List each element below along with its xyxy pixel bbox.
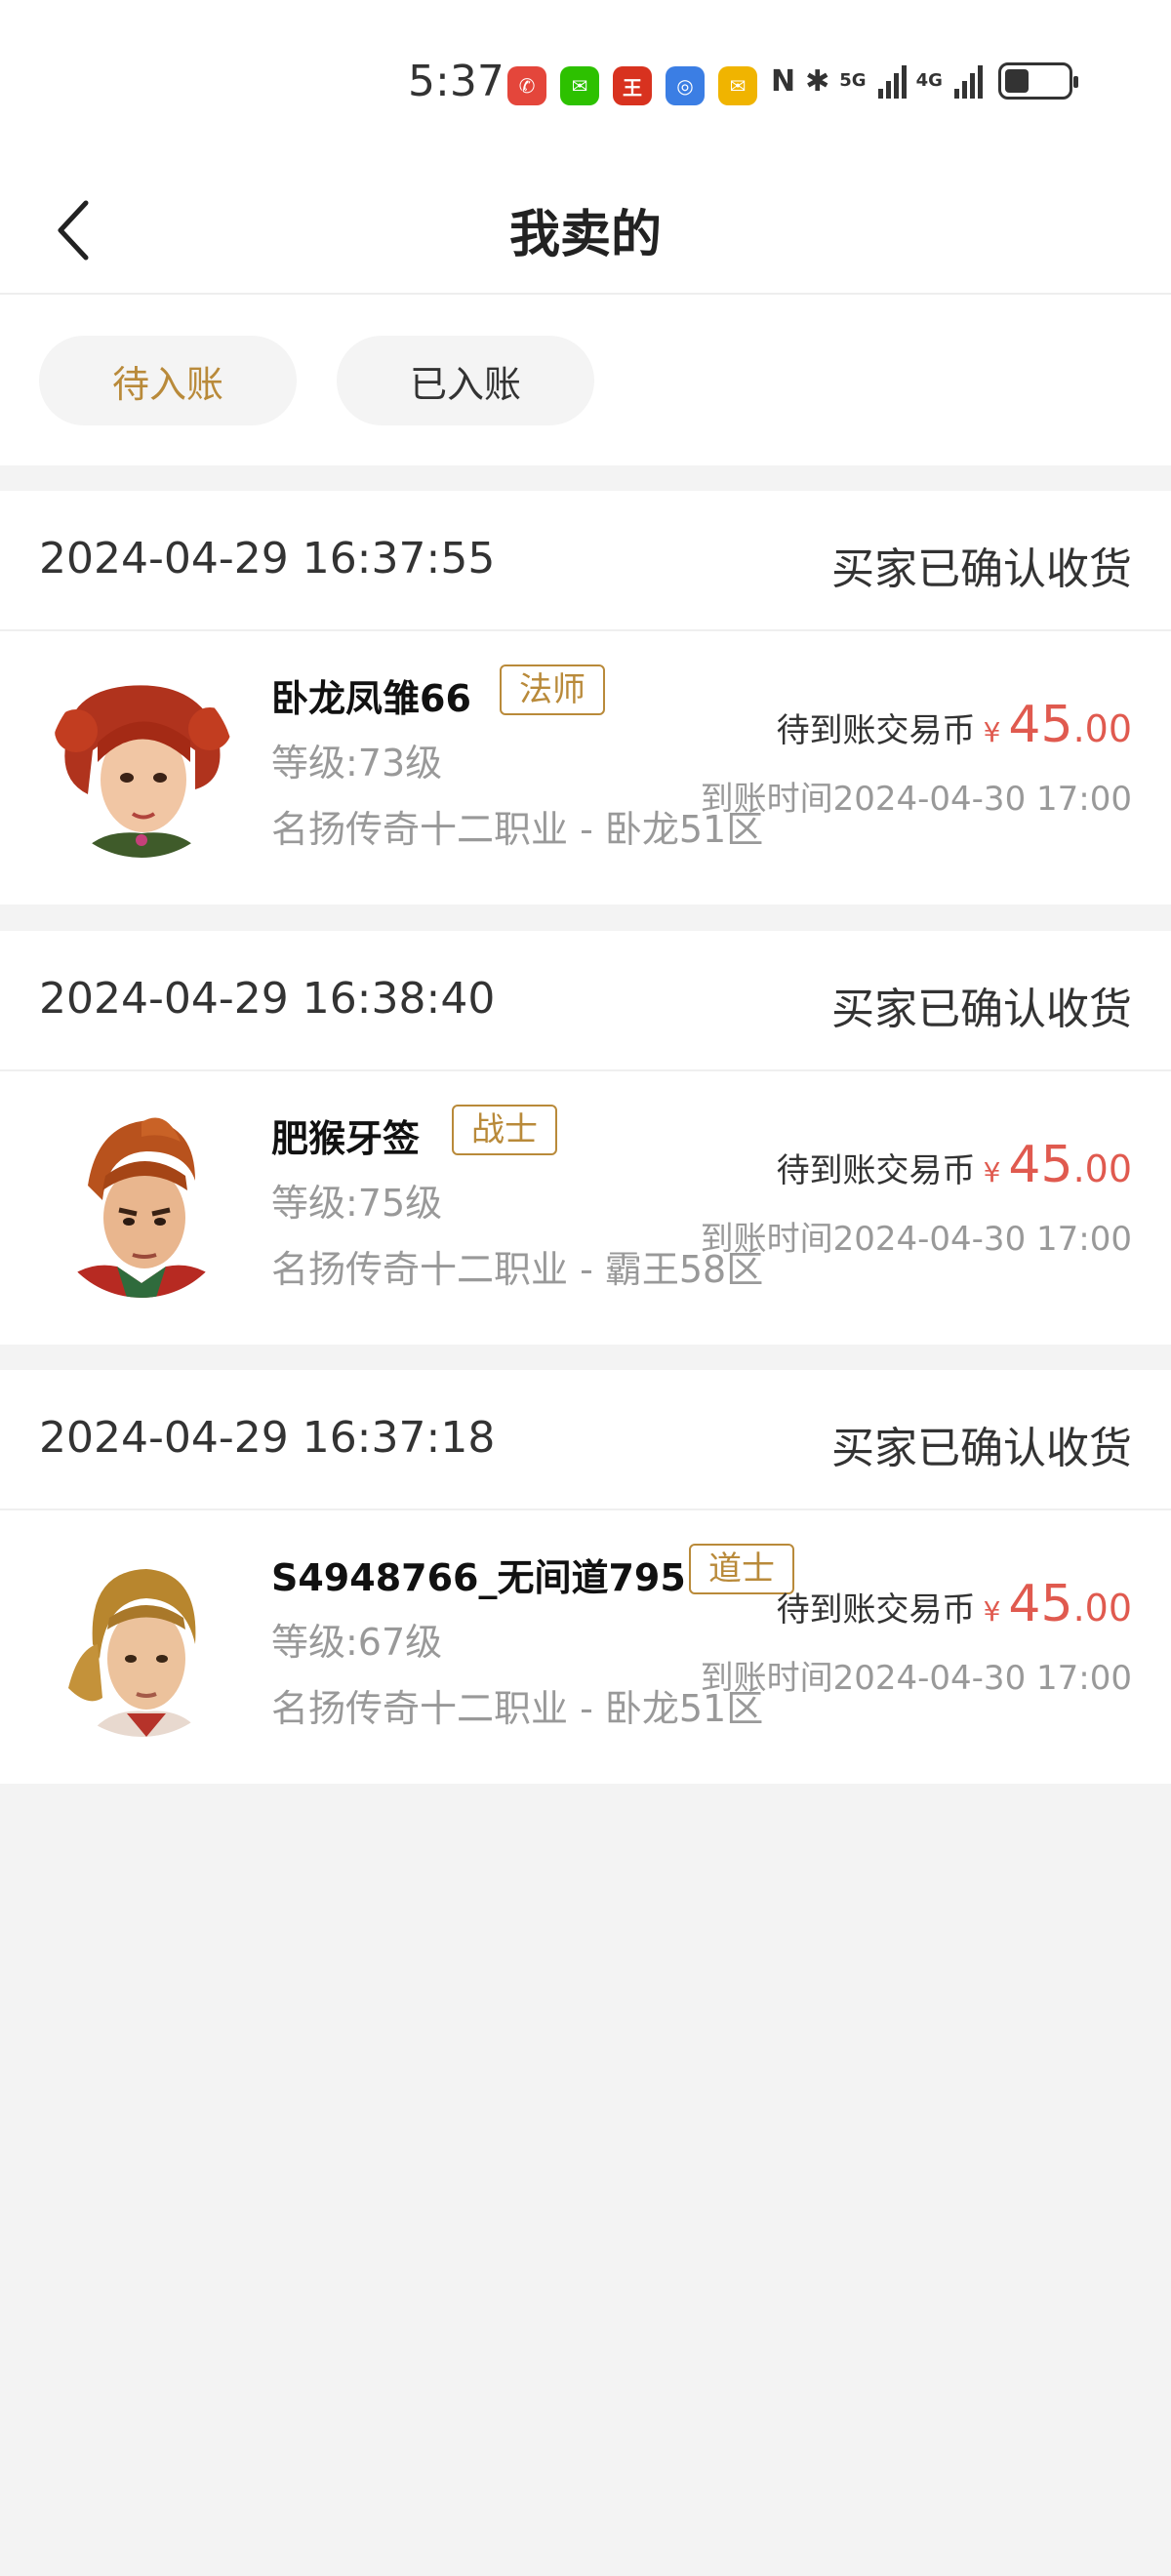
character-name: 肥猴牙签 <box>271 1117 421 1160</box>
currency-symbol: ¥ <box>983 716 1001 748</box>
server-name: 名扬传奇十二职业 - 卧龙51区 <box>271 808 764 851</box>
class-tag: 法师 <box>500 664 605 715</box>
order-card-header: 2024-04-29 16:38:40 买家已确认收货 <box>0 931 1171 1071</box>
order-status: 买家已确认收货 <box>831 544 1132 594</box>
order-card[interactable]: 2024-04-29 16:37:18 买家已确认收货 S4948766_无间道… <box>0 1370 1171 1784</box>
order-date: 2024-04-29 16:38:40 <box>39 974 496 1024</box>
pending-amount: 待到账交易币 ¥ 45 .00 <box>777 696 1132 754</box>
order-status: 买家已确认收货 <box>831 1424 1132 1473</box>
server-name: 名扬传奇十二职业 - 卧龙51区 <box>271 1687 764 1730</box>
battery-icon <box>997 62 1078 100</box>
notification-icons: ✆ ✉ 王 ◎ ✉ <box>507 66 757 105</box>
amount-integer: 45 <box>1008 1575 1073 1633</box>
pending-amount: 待到账交易币 ¥ 45 .00 <box>777 1136 1132 1194</box>
game-app-icon: 王 <box>613 66 652 105</box>
character-name: S4948766_无间道795 <box>271 1556 686 1599</box>
page-title: 我卖的 <box>508 206 662 264</box>
order-date: 2024-04-29 16:37:55 <box>39 534 496 584</box>
mail-icon: ✉ <box>718 66 757 105</box>
network-5g-label: 5G <box>839 70 867 91</box>
amount-decimal: .00 <box>1072 707 1132 750</box>
amount-integer: 45 <box>1008 696 1073 754</box>
arrival-time: 到账时间2024-04-30 17:00 <box>700 1659 1132 1698</box>
avatar <box>49 672 234 858</box>
page: 5:37 ✆ ✉ 王 ◎ ✉ N ✱ 5G 4G 我卖的 待入账 已入账 202… <box>0 0 1171 2576</box>
pending-label: 待到账交易币 <box>776 1590 976 1630</box>
arrival-time: 到账时间2024-04-30 17:00 <box>700 1220 1132 1259</box>
avatar <box>49 1551 234 1737</box>
order-card[interactable]: 2024-04-29 16:38:40 买家已确认收货 肥猴牙签 战士 等级:7… <box>0 931 1171 1345</box>
class-tag: 战士 <box>452 1105 557 1155</box>
signal-icon <box>877 63 907 99</box>
status-bar: 5:37 ✆ ✉ 王 ◎ ✉ N ✱ 5G 4G <box>0 0 1171 166</box>
tab-pending[interactable]: 待入账 <box>39 336 297 425</box>
character-level: 等级:67级 <box>271 1621 443 1664</box>
order-card[interactable]: 2024-04-29 16:37:55 买家已确认收货 卧龙凤雏66 法师 等级… <box>0 491 1171 905</box>
character-name: 卧龙凤雏66 <box>271 677 471 720</box>
order-card-header: 2024-04-29 16:37:18 买家已确认收货 <box>0 1370 1171 1510</box>
amount-decimal: .00 <box>1072 1147 1132 1190</box>
missed-call-icon: ✆ <box>507 66 546 105</box>
nfc-icon: N <box>771 63 796 99</box>
amount-integer: 45 <box>1008 1136 1073 1194</box>
pending-label: 待到账交易币 <box>776 1151 976 1190</box>
status-time: 5:37 <box>408 57 505 106</box>
order-date: 2024-04-29 16:37:18 <box>39 1413 496 1463</box>
tab-bar: 待入账 已入账 <box>0 295 1171 465</box>
pending-amount: 待到账交易币 ¥ 45 .00 <box>777 1575 1132 1633</box>
character-level: 等级:75级 <box>271 1182 443 1225</box>
app-icon: ◎ <box>666 66 705 105</box>
avatar <box>49 1112 234 1298</box>
pending-label: 待到账交易币 <box>776 711 976 750</box>
order-card-header: 2024-04-29 16:37:55 买家已确认收货 <box>0 491 1171 631</box>
wechat-icon: ✉ <box>560 66 599 105</box>
character-level: 等级:73级 <box>271 742 443 785</box>
bluetooth-icon: ✱ <box>805 63 830 99</box>
network-4g-label: 4G <box>915 70 943 91</box>
currency-symbol: ¥ <box>983 1156 1001 1188</box>
amount-decimal: .00 <box>1072 1587 1132 1630</box>
signal-icon <box>953 63 983 99</box>
arrival-time: 到账时间2024-04-30 17:00 <box>700 780 1132 819</box>
currency-symbol: ¥ <box>983 1595 1001 1628</box>
nav-header: 我卖的 <box>0 166 1171 295</box>
server-name: 名扬传奇十二职业 - 霸王58区 <box>271 1248 764 1291</box>
system-indicators: N ✱ 5G 4G <box>771 62 1078 100</box>
tab-settled[interactable]: 已入账 <box>337 336 594 425</box>
order-status: 买家已确认收货 <box>831 985 1132 1034</box>
